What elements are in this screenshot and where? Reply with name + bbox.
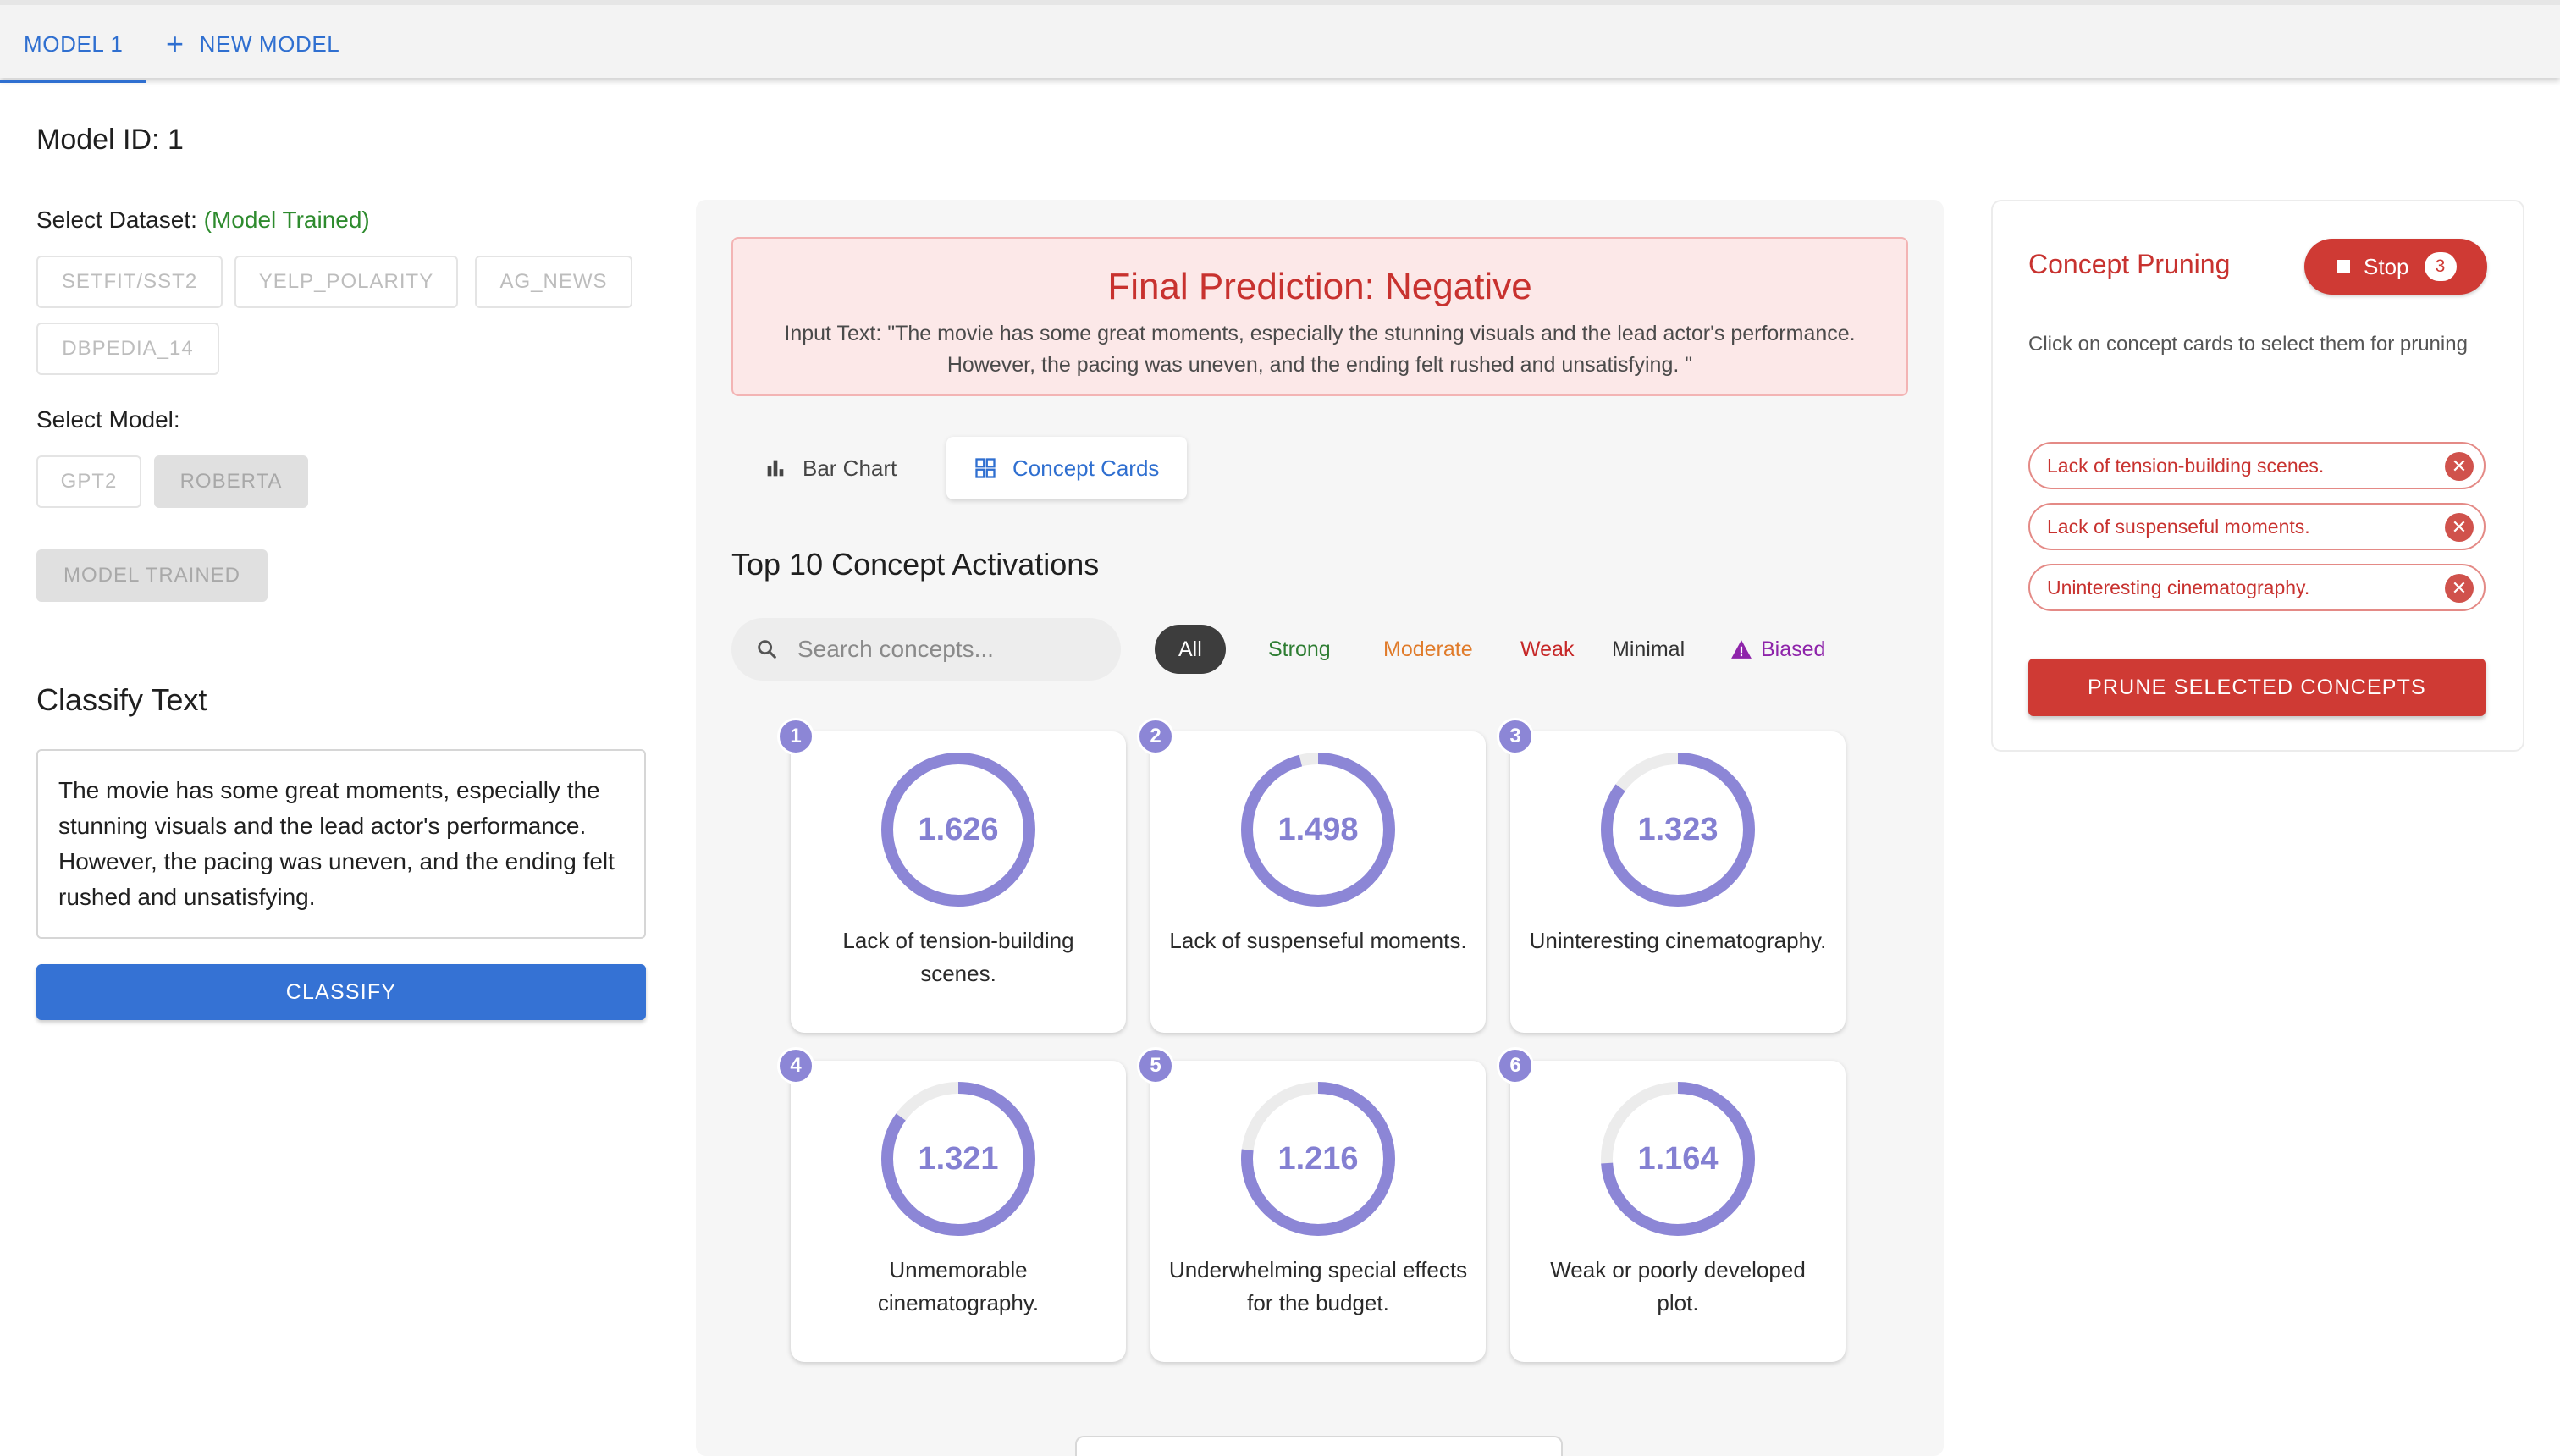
selected-concept-chip[interactable]: Lack of suspenseful moments. ✕ bbox=[2028, 503, 2486, 550]
concept-cards-tab[interactable]: Concept Cards bbox=[946, 437, 1187, 499]
plus-icon: + bbox=[166, 26, 185, 61]
concept-card[interactable]: 6 1.164 Weak or poorly developed plot. bbox=[1497, 1047, 1846, 1362]
view-toggle: Bar Chart Concept Cards bbox=[731, 437, 1187, 505]
activation-value: 1.626 bbox=[918, 811, 999, 847]
filter-minimal[interactable]: Minimal bbox=[1588, 625, 1708, 674]
bar-chart-tab-label: Bar Chart bbox=[803, 455, 897, 481]
tab-bar: MODEL 1 + NEW MODEL bbox=[0, 0, 2560, 83]
search-input[interactable] bbox=[797, 636, 1102, 663]
model-id-title: Model ID: 1 bbox=[36, 124, 184, 156]
dataset-chip-setfit-sst2[interactable]: SETFIT/SST2 bbox=[36, 256, 223, 308]
classify-button[interactable]: CLASSIFY bbox=[36, 964, 646, 1020]
rank-badge: 4 bbox=[777, 1047, 814, 1084]
selected-concept-label: Lack of suspenseful moments. bbox=[2047, 515, 2310, 538]
pruning-help-text: Click on concept cards to select them fo… bbox=[2028, 333, 2468, 356]
dataset-chip-yelp-polarity[interactable]: YELP_POLARITY bbox=[234, 256, 458, 308]
prediction-input-text: Input Text: "The movie has some great mo… bbox=[784, 322, 1856, 377]
selected-concept-label: Uninteresting cinematography. bbox=[2047, 576, 2310, 598]
model-chip-roberta[interactable]: ROBERTA bbox=[154, 455, 308, 508]
concept-label: Uninteresting cinematography. bbox=[1529, 928, 1827, 953]
activation-value: 1.164 bbox=[1637, 1140, 1719, 1177]
stop-button[interactable]: Stop 3 bbox=[2304, 239, 2487, 295]
concept-label: Underwhelming special effects for the bu… bbox=[1168, 1257, 1468, 1315]
grid-icon bbox=[975, 458, 996, 478]
rank-badge: 2 bbox=[1137, 718, 1174, 755]
concept-label: Weak or poorly developed plot. bbox=[1550, 1257, 1806, 1315]
results-panel: Final Prediction: Negative Input Text: "… bbox=[696, 200, 1944, 1456]
classify-title: Classify Text bbox=[36, 682, 207, 717]
concept-card[interactable]: 3 1.323 Uninteresting cinematography. bbox=[1497, 718, 1846, 1033]
concept-card[interactable]: 5 1.216 Underwhelming special effects for … bbox=[1137, 1047, 1486, 1362]
concept-cards-tab-label: Concept Cards bbox=[1012, 455, 1160, 481]
tab-model-1[interactable]: MODEL 1 bbox=[0, 10, 146, 83]
remove-icon[interactable]: ✕ bbox=[2445, 574, 2474, 603]
tab-new-model-label: NEW MODEL bbox=[199, 30, 340, 57]
concept-pruning-panel: Concept Pruning Stop 3 Click on concept … bbox=[1991, 200, 2524, 752]
warning-icon bbox=[1731, 640, 1752, 659]
tab-new-model[interactable]: + NEW MODEL bbox=[166, 10, 339, 78]
concept-label: Unmemorable cinematography. bbox=[877, 1257, 1040, 1315]
dataset-chip-ag-news[interactable]: AG_NEWS bbox=[475, 256, 632, 308]
selected-concept-chip[interactable]: Uninteresting cinematography. ✕ bbox=[2028, 564, 2486, 611]
concept-label: Lack of tension-building scenes. bbox=[842, 928, 1074, 986]
dataset-chip-dbpedia-14[interactable]: DBPEDIA_14 bbox=[36, 323, 219, 375]
selected-count-badge: 3 bbox=[2424, 252, 2457, 281]
tab-model-1-label: MODEL 1 bbox=[24, 30, 124, 57]
concept-card[interactable]: 4 1.321 Unmemorable cinematography. bbox=[777, 1047, 1126, 1362]
rank-badge: 6 bbox=[1497, 1047, 1534, 1084]
activation-value: 1.323 bbox=[1637, 811, 1719, 847]
activation-value: 1.216 bbox=[1277, 1140, 1359, 1177]
bar-chart-tab[interactable]: Bar Chart bbox=[731, 437, 926, 499]
selected-concept-chip[interactable]: Lack of tension-building scenes. ✕ bbox=[2028, 442, 2486, 489]
prediction-banner: Final Prediction: Negative Input Text: "… bbox=[731, 237, 1908, 396]
rank-badge: 1 bbox=[777, 718, 814, 755]
rank-badge: 3 bbox=[1497, 718, 1534, 755]
model-chip-gpt2[interactable]: GPT2 bbox=[36, 455, 141, 508]
pruning-title: Concept Pruning bbox=[2028, 249, 2231, 279]
concept-card[interactable]: 1 1.626 Lack of tension-building scenes. bbox=[777, 718, 1126, 1033]
activation-value: 1.321 bbox=[918, 1140, 999, 1177]
stop-label: Stop bbox=[2364, 253, 2409, 279]
activation-value: 1.498 bbox=[1277, 811, 1359, 847]
selected-concept-label: Lack of tension-building scenes. bbox=[2047, 454, 2325, 477]
remove-icon[interactable]: ✕ bbox=[2445, 513, 2474, 542]
classify-text-input[interactable]: The movie has some great moments, especi… bbox=[36, 749, 646, 939]
model-trained-button[interactable]: MODEL TRAINED bbox=[36, 549, 268, 602]
filter-biased[interactable]: Biased bbox=[1707, 625, 1849, 674]
concept-label: Lack of suspenseful moments. bbox=[1169, 928, 1467, 953]
stop-icon bbox=[2337, 260, 2350, 273]
filter-all[interactable]: All bbox=[1155, 625, 1226, 674]
concept-search[interactable] bbox=[731, 618, 1121, 681]
filter-moderate[interactable]: Moderate bbox=[1360, 625, 1497, 674]
dataset-label: Select Dataset: (Model Trained) bbox=[36, 207, 370, 234]
prediction-title: Final Prediction: Negative bbox=[1107, 266, 1532, 307]
rank-badge: 5 bbox=[1137, 1047, 1174, 1084]
model-label: Select Model: bbox=[36, 406, 180, 433]
concept-card[interactable]: 2 1.498 Lack of suspenseful moments. bbox=[1137, 718, 1486, 1033]
bar-chart-icon bbox=[767, 460, 784, 477]
dataset-label-text: Select Dataset: bbox=[36, 207, 197, 233]
filter-weak[interactable]: Weak bbox=[1497, 625, 1597, 674]
dataset-status: (Model Trained) bbox=[203, 207, 370, 233]
concepts-title: Top 10 Concept Activations bbox=[731, 547, 1100, 582]
prune-selected-button[interactable]: PRUNE SELECTED CONCEPTS bbox=[2028, 659, 2486, 716]
remove-icon[interactable]: ✕ bbox=[2445, 452, 2474, 481]
more-section bbox=[1075, 1436, 1563, 1456]
search-icon bbox=[758, 640, 776, 659]
filter-strong[interactable]: Strong bbox=[1244, 625, 1354, 674]
filter-biased-label: Biased bbox=[1761, 637, 1826, 661]
